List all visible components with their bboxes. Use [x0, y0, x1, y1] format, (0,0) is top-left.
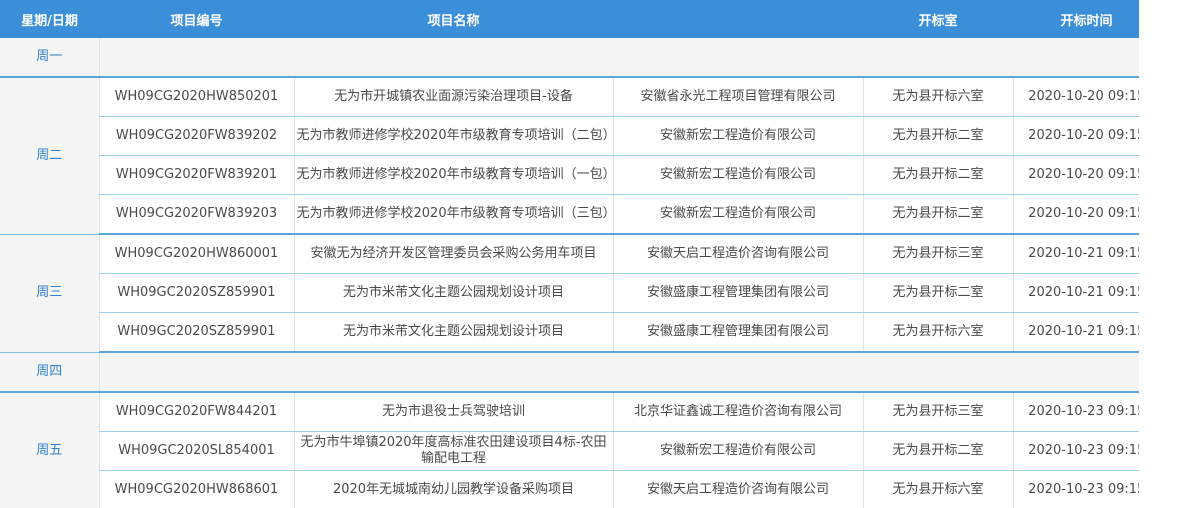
- project-name-cell: 无为市牛埠镇2020年度高标准农田建设项目4标-农田输配电工程: [293, 431, 613, 471]
- table-row[interactable]: WH09GC2020SZ859901 无为市米芾文化主题公园规划设计项目 安徽盛康工…: [0, 273, 1160, 313]
- room-cell: 无为县开标三室: [862, 392, 1013, 432]
- table-row[interactable]: WH09CG2020FW839203 无为市教师进修学校2020年市级教育专项培训…: [0, 194, 1160, 235]
- project-code-cell: WH09GC2020SZ859901: [98, 312, 294, 353]
- time-cell: 2020-10-20 09:15: [1012, 155, 1160, 195]
- room-cell: 无为县开标六室: [862, 312, 1013, 353]
- day-row-empty: 周四: [0, 352, 1160, 393]
- day-cell: 周二: [0, 77, 99, 235]
- header-project-code: 项目编号: [99, 0, 294, 38]
- header-room: 开标室: [863, 0, 1013, 38]
- room-cell: 无为县开标二室: [862, 273, 1013, 313]
- project-name-cell: 无为市米芾文化主题公园规划设计项目: [293, 273, 613, 313]
- project-code-cell: WH09CG2020FW844201: [98, 392, 294, 432]
- time-cell: 2020-10-23 09:15: [1012, 392, 1160, 432]
- day-cell: 周一: [0, 38, 99, 78]
- day-cell: 周五: [0, 392, 99, 508]
- table-row[interactable]: WH09CG2020FW839202 无为市教师进修学校2020年市级教育专项培训…: [0, 116, 1160, 156]
- agent-cell: 北京华证鑫诚工程造价咨询有限公司: [612, 392, 863, 432]
- bid-opening-table: 星期/日期 项目编号 项目名称 开标室 开标时间 周一 周二 WH09CG2020H…: [0, 0, 1160, 508]
- table-row[interactable]: WH09GC2020SZ859901 无为市米芾文化主题公园规划设计项目 安徽盛康工…: [0, 312, 1160, 353]
- time-cell: 2020-10-20 09:15: [1012, 194, 1160, 235]
- time-cell: 2020-10-20 09:15: [1012, 116, 1160, 156]
- project-name-cell: 安徽无为经济开发区管理委员会采购公务用车项目: [293, 234, 613, 274]
- empty-day-cell: [98, 352, 1160, 393]
- table-row[interactable]: WH09CG2020FW839201 无为市教师进修学校2020年市级教育专项培训…: [0, 155, 1160, 195]
- header-time: 开标时间: [1013, 0, 1160, 38]
- time-cell: 2020-10-21 09:15: [1012, 312, 1160, 353]
- project-name-cell: 无为市退役士兵驾驶培训: [293, 392, 613, 432]
- project-name-cell: 无为市教师进修学校2020年市级教育专项培训（一包）: [293, 155, 616, 195]
- room-cell: 无为县开标二室: [862, 194, 1013, 235]
- table-row[interactable]: WH09CG2020HW868601 2020年无城城南幼儿园教学设备采购项目 安徽…: [0, 470, 1160, 508]
- room-cell: 无为县开标二室: [862, 155, 1013, 195]
- time-cell: 2020-10-23 09:15: [1012, 470, 1160, 508]
- project-name-cell: 2020年无城城南幼儿园教学设备采购项目: [293, 470, 613, 508]
- agent-cell: 安徽省永光工程项目管理有限公司: [612, 77, 863, 117]
- table-row[interactable]: 周二 WH09CG2020HW850201 无为市开城镇农业面源污染治理项目-设备安…: [0, 77, 1160, 235]
- time-cell: 2020-10-23 09:15: [1012, 431, 1160, 471]
- room-cell: 无为县开标六室: [862, 77, 1013, 117]
- table-row[interactable]: 周三 WH09CG2020HW860001 安徽无为经济开发区管理委员会采购公务用车…: [0, 234, 1160, 353]
- agent-cell: 安徽新宏工程造价有限公司: [612, 155, 863, 195]
- project-name-cell: 无为市米芾文化主题公园规划设计项目: [293, 312, 613, 353]
- time-cell: 2020-10-21 09:15: [1012, 273, 1160, 313]
- agent-cell: 安徽新宏工程造价有限公司: [612, 431, 863, 471]
- header-agent: [613, 0, 863, 38]
- table-body: 周一 周二 WH09CG2020HW850201 无为市开城镇农业面源污染治理项目-设…: [0, 38, 1160, 508]
- agent-cell: 安徽天启工程造价咨询有限公司: [612, 470, 863, 508]
- scrollbar-area: [1139, 0, 1160, 508]
- schedule-panel: 星期/日期 项目编号 项目名称 开标室 开标时间 周一 周二 WH09CG2020H…: [0, 0, 1160, 508]
- project-code-cell: WH09CG2020HW860001: [98, 234, 294, 274]
- project-code-cell: WH09CG2020FW839203: [98, 194, 294, 235]
- room-cell: 无为县开标二室: [862, 431, 1013, 471]
- project-code-cell: WH09CG2020HW868601: [98, 470, 294, 508]
- agent-cell: 安徽盛康工程管理集团有限公司: [612, 273, 863, 313]
- room-cell: 无为县开标二室: [862, 116, 1013, 156]
- time-cell: 2020-10-20 09:15: [1012, 77, 1160, 117]
- table-row[interactable]: 周五 WH09CG2020FW844201 无为市退役士兵驾驶培训 北京华证鑫诚工程造…: [0, 392, 1160, 508]
- agent-cell: 安徽盛康工程管理集团有限公司: [612, 312, 863, 353]
- room-cell: 无为县开标六室: [862, 470, 1013, 508]
- empty-day-cell: [98, 38, 1160, 78]
- table-header-row: 星期/日期 项目编号 项目名称 开标室 开标时间: [0, 0, 1160, 38]
- table-row[interactable]: WH09GC2020SL854001 无为市牛埠镇2020年度高标准农田建设项目4…: [0, 431, 1160, 471]
- agent-cell: 安徽新宏工程造价有限公司: [612, 116, 863, 156]
- day-row-empty: 周一: [0, 38, 1160, 78]
- header-day: 星期/日期: [0, 0, 99, 38]
- room-cell: 无为县开标三室: [862, 234, 1013, 274]
- project-code-cell: WH09GC2020SL854001: [98, 431, 294, 471]
- day-cell: 周四: [0, 352, 99, 393]
- project-name-cell: 无为市教师进修学校2020年市级教育专项培训（三包）: [293, 194, 616, 235]
- project-code-cell: WH09CG2020FW839202: [98, 116, 294, 156]
- project-code-cell: WH09CG2020HW850201: [98, 77, 294, 117]
- agent-cell: 安徽新宏工程造价有限公司: [612, 194, 863, 235]
- agent-cell: 安徽天启工程造价咨询有限公司: [612, 234, 863, 274]
- project-code-cell: WH09CG2020FW839201: [98, 155, 294, 195]
- project-name-cell: 无为市开城镇农业面源污染治理项目-设备: [293, 77, 613, 117]
- header-project-name: 项目名称: [294, 0, 613, 38]
- project-code-cell: WH09GC2020SZ859901: [98, 273, 294, 313]
- day-cell: 周三: [0, 234, 99, 353]
- time-cell: 2020-10-21 09:15: [1012, 234, 1160, 274]
- project-name-cell: 无为市教师进修学校2020年市级教育专项培训（二包）: [293, 116, 616, 156]
